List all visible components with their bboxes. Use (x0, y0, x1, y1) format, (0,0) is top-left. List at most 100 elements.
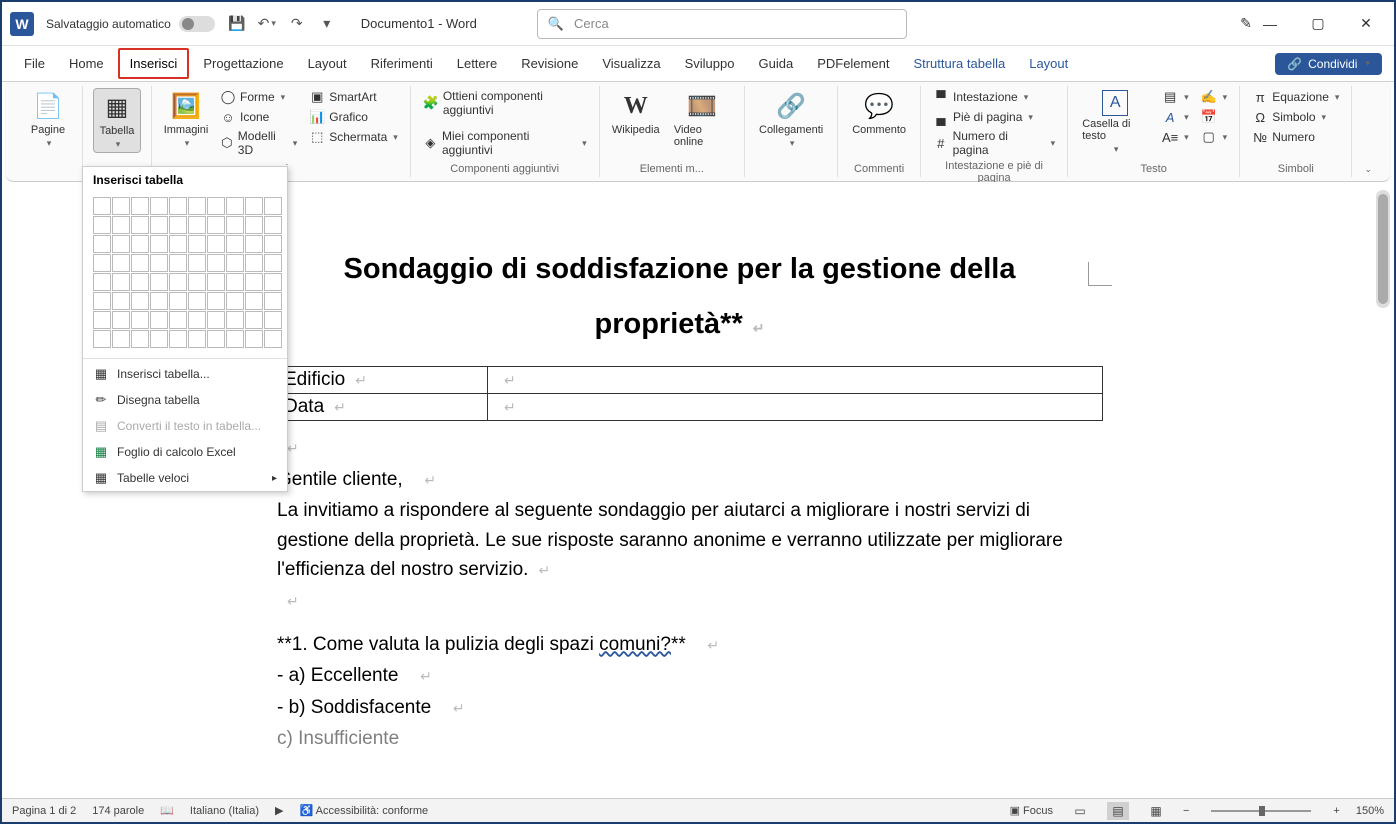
table-cell[interactable]: ↵ (488, 367, 1103, 394)
tab-table-layout[interactable]: Layout (1019, 50, 1078, 77)
tab-design[interactable]: Progettazione (193, 50, 293, 77)
close-button[interactable]: ✕ (1354, 12, 1378, 36)
paragraph[interactable]: ↵ (277, 433, 1082, 462)
status-language[interactable]: Italiano (Italia) (190, 805, 259, 817)
save-button[interactable]: 💾 (227, 14, 247, 34)
pen-mode-icon[interactable]: ✎ (1234, 12, 1258, 36)
status-proofing-icon[interactable]: 📖 (160, 804, 174, 817)
share-button[interactable]: 🔗 Condividi ▾ (1275, 53, 1382, 75)
links-button[interactable]: 🔗 Collegamenti ▾ (755, 88, 827, 151)
tab-help[interactable]: Guida (748, 50, 803, 77)
images-button[interactable]: 🖼️ Immagini ▾ (162, 88, 210, 151)
autosave-label: Salvataggio automatico (46, 17, 171, 31)
smartart-button[interactable]: ▣SmartArt (307, 88, 400, 106)
screenshot-icon: ⬚ (309, 129, 325, 145)
tab-mailings[interactable]: Lettere (447, 50, 507, 77)
quickparts-button[interactable]: ▤▾ (1160, 88, 1191, 106)
tab-view[interactable]: Visualizza (592, 50, 670, 77)
draw-table-item[interactable]: ✏Disegna tabella (83, 387, 287, 413)
autosave-toggle[interactable] (179, 16, 215, 32)
convert-text-item: ▤Converti il testo in tabella... (83, 413, 287, 439)
wikipedia-button[interactable]: W Wikipedia (610, 88, 662, 138)
view-print-button[interactable]: ▤ (1107, 802, 1129, 820)
answer-a[interactable]: - a) Eccellente ↵ (277, 661, 1082, 690)
tab-home[interactable]: Home (59, 50, 114, 77)
pages-button[interactable]: 📄 Pagine ▾ (24, 88, 72, 151)
tab-references[interactable]: Riferimenti (361, 50, 443, 77)
view-read-button[interactable]: ▭ (1069, 802, 1091, 820)
equation-button[interactable]: πEquazione▾ (1250, 88, 1341, 106)
answer-c[interactable]: c) Insufficiente (277, 724, 1082, 753)
view-web-button[interactable]: ▦ (1145, 802, 1167, 820)
redo-button[interactable]: ↷ (287, 14, 307, 34)
wordart-button[interactable]: A▾ (1160, 108, 1191, 126)
pagenum-button[interactable]: #Numero di pagina▾ (931, 128, 1057, 158)
pencil-icon: ✏ (93, 392, 109, 408)
question-1[interactable]: **1. Come valuta la pulizia degli spazi … (277, 630, 1082, 659)
excel-sheet-item[interactable]: ▦Foglio di calcolo Excel (83, 439, 287, 465)
page-icon: 📄 (32, 90, 64, 122)
tab-file[interactable]: File (14, 50, 55, 77)
focus-mode[interactable]: ▣ Focus (1010, 804, 1053, 817)
textbox-button[interactable]: A Casella di testo ▾ (1078, 88, 1152, 157)
share-icon: 🔗 (1287, 57, 1302, 71)
zoom-out-button[interactable]: − (1183, 805, 1189, 817)
status-macro-icon[interactable]: ▶ (275, 804, 283, 817)
tab-review[interactable]: Revisione (511, 50, 588, 77)
vertical-scrollbar[interactable] (1376, 190, 1390, 308)
symbol-button[interactable]: ΩSimbolo▾ (1250, 108, 1341, 126)
tab-pdfelement[interactable]: PDFelement (807, 50, 899, 77)
ribbon-collapse[interactable]: ⌄ (1352, 86, 1382, 177)
zoom-level[interactable]: 150% (1356, 805, 1384, 817)
chart-button[interactable]: 📊Grafico (307, 108, 400, 126)
signature-button[interactable]: ✍▾ (1199, 88, 1230, 106)
footer-icon: ▄ (933, 109, 949, 125)
paragraph[interactable]: ↵ (277, 586, 1082, 615)
comment-button[interactable]: 💬 Commento (848, 88, 910, 138)
zoom-slider[interactable] (1211, 810, 1311, 812)
header-button[interactable]: ▀Intestazione▾ (931, 88, 1057, 106)
answer-b[interactable]: - b) Soddisfacente ↵ (277, 693, 1082, 722)
status-page[interactable]: Pagina 1 di 2 (12, 805, 76, 817)
zoom-in-button[interactable]: + (1333, 805, 1339, 817)
search-icon: 🔍 (548, 16, 564, 32)
tab-developer[interactable]: Sviluppo (675, 50, 745, 77)
datetime-button[interactable]: 📅 (1199, 108, 1230, 126)
shapes-button[interactable]: ◯Forme▾ (218, 88, 299, 106)
video-button[interactable]: 🎞️ Video online (670, 88, 734, 150)
table-dropdown: Inserisci tabella ▦Inserisci tabella... … (82, 166, 288, 492)
dropcap-button[interactable]: A≡▾ (1160, 128, 1191, 146)
paragraph-intro[interactable]: La invitiamo a rispondere al seguente so… (277, 496, 1082, 584)
my-addins-button[interactable]: ◈Miei componenti aggiuntivi▾ (421, 128, 589, 158)
paragraph-greeting[interactable]: Gentile cliente, ↵ (277, 465, 1082, 494)
screenshot-button[interactable]: ⬚Schermata▾ (307, 128, 400, 146)
minimize-button[interactable]: — (1258, 12, 1282, 36)
scrollbar-thumb[interactable] (1378, 194, 1388, 304)
3dmodels-button[interactable]: ⬡Modelli 3D▾ (218, 128, 299, 158)
link-icon: 🔗 (775, 90, 807, 122)
number-button[interactable]: №Numero (1250, 128, 1341, 146)
footer-button[interactable]: ▄Piè di pagina▾ (931, 108, 1057, 126)
quick-tables-item[interactable]: ▦Tabelle veloci▸ (83, 465, 287, 491)
get-addins-button[interactable]: 🧩Ottieni componenti aggiuntivi (421, 88, 589, 118)
table-cell[interactable]: Data↵ (278, 394, 488, 421)
document-table[interactable]: Edificio↵↵ Data↵↵ (277, 366, 1103, 421)
object-button[interactable]: ▢▾ (1199, 128, 1230, 146)
maximize-button[interactable]: ▢ (1306, 12, 1330, 36)
comment-icon: 💬 (863, 90, 895, 122)
status-accessibility[interactable]: ♿ Accessibilità: conforme (299, 804, 428, 817)
tab-layout[interactable]: Layout (298, 50, 357, 77)
table-cell[interactable]: Edificio↵ (278, 367, 488, 394)
table-cell[interactable]: ↵ (488, 394, 1103, 421)
tab-insert[interactable]: Inserisci (118, 48, 190, 79)
table-grid-selector[interactable] (83, 193, 287, 356)
table-button[interactable]: ▦ Tabella ▾ (93, 88, 141, 153)
tab-table-design[interactable]: Struttura tabella (903, 50, 1015, 77)
status-words[interactable]: 174 parole (92, 805, 144, 817)
undo-button[interactable]: ↶▾ (257, 14, 277, 34)
quick-icon: ▦ (93, 470, 109, 486)
qat-customize[interactable]: ▾ (317, 14, 337, 34)
insert-table-item[interactable]: ▦Inserisci tabella... (83, 361, 287, 387)
icons-button[interactable]: ☺Icone (218, 108, 299, 126)
search-box[interactable]: 🔍 Cerca (537, 9, 907, 39)
